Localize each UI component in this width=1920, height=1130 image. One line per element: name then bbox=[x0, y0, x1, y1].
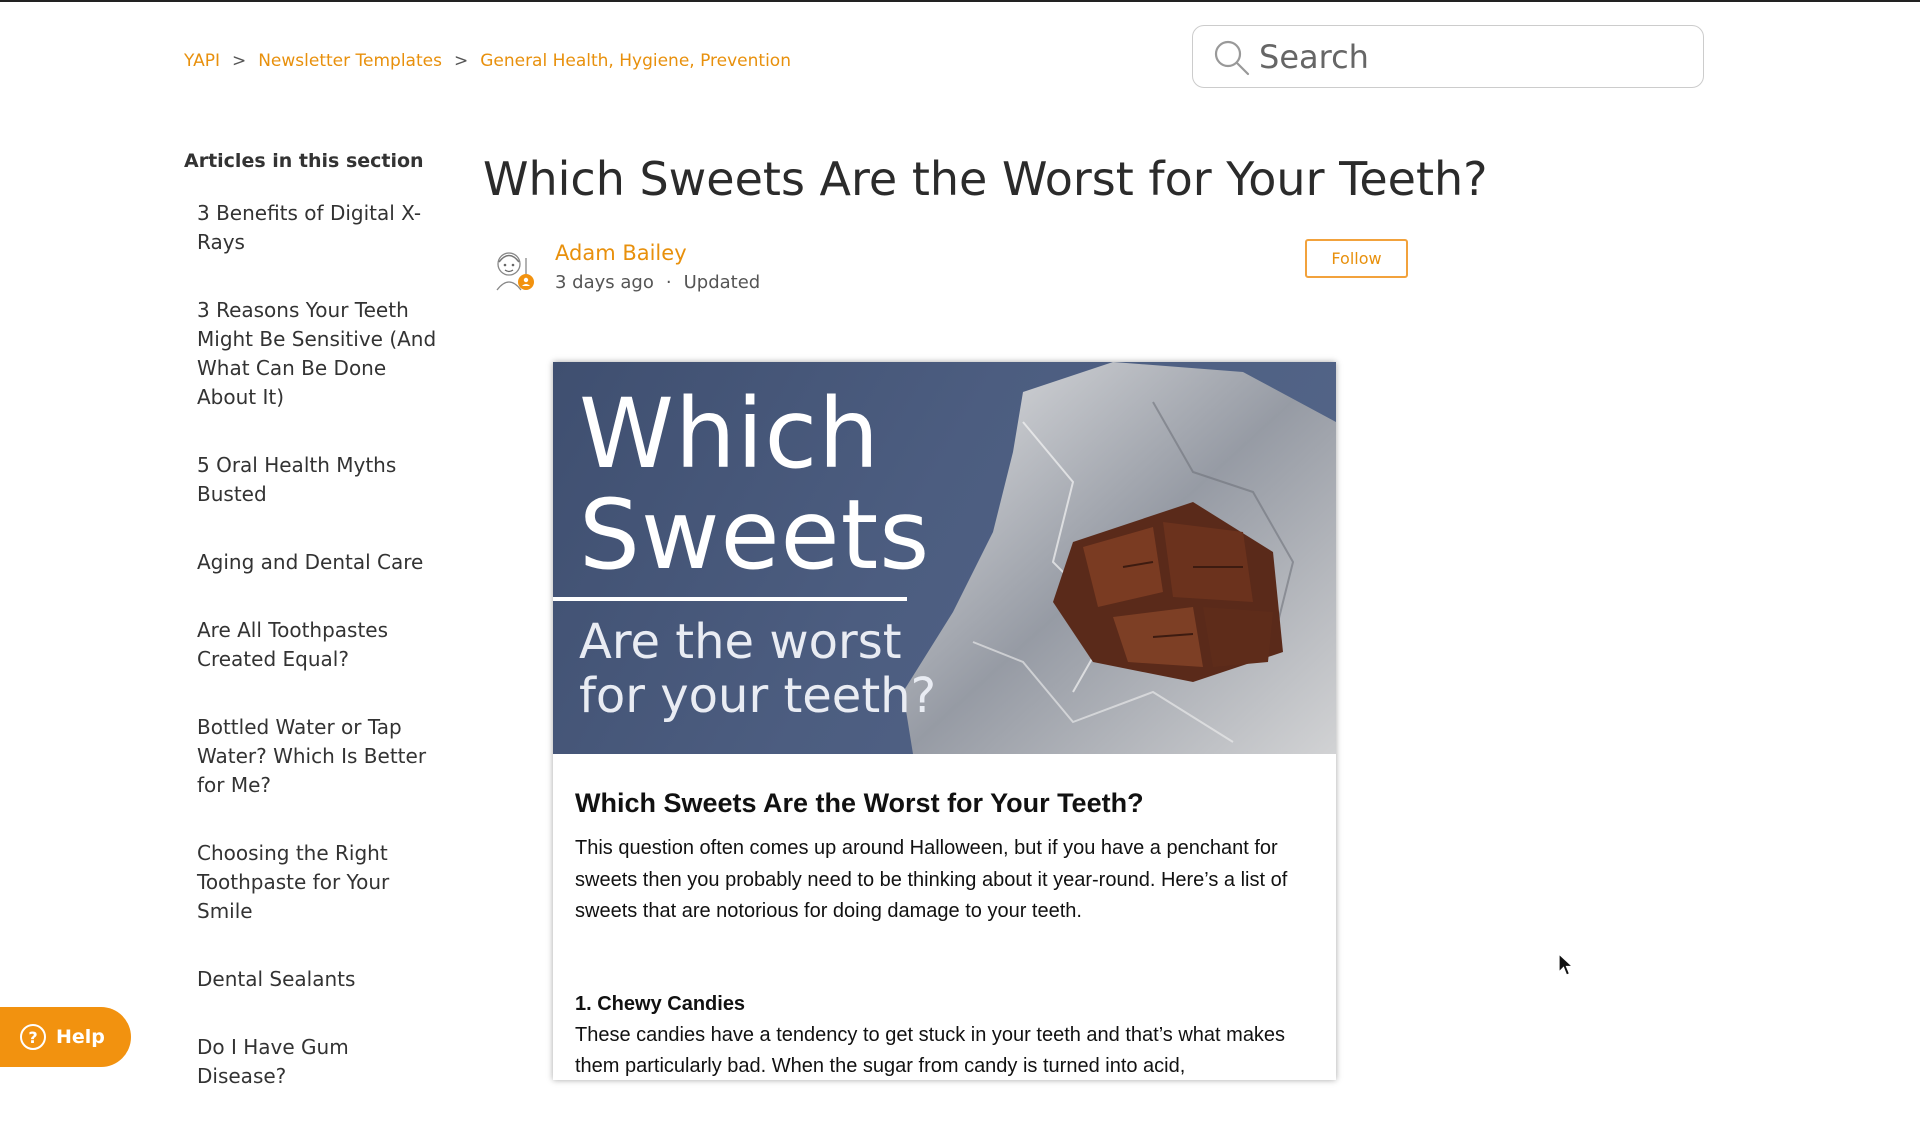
newsletter-hero-image: Which Sweets Are the worst for your teet… bbox=[553, 362, 1336, 754]
article-time: 3 days ago bbox=[555, 272, 654, 293]
sidebar-article-list: 3 Benefits of Digital X-Rays 3 Reasons Y… bbox=[184, 199, 444, 1091]
sidebar: Articles in this section 3 Benefits of D… bbox=[184, 150, 444, 1130]
hero-subtitle-line-2: for your teeth? bbox=[579, 668, 937, 724]
breadcrumb-link-yapi[interactable]: YAPI bbox=[184, 51, 220, 71]
author-name-link[interactable]: Adam Bailey bbox=[555, 241, 687, 265]
sidebar-item-toothpastes-equal[interactable]: Are All Toothpastes Created Equal? bbox=[197, 616, 444, 674]
top-border bbox=[0, 0, 1920, 2]
sidebar-item-gum-disease[interactable]: Do I Have Gum Disease? bbox=[197, 1033, 444, 1091]
help-button[interactable]: ? Help bbox=[0, 1007, 131, 1067]
sidebar-item-bottled-water[interactable]: Bottled Water or Tap Water? Which Is Bet… bbox=[197, 713, 444, 800]
newsletter-preview: Which Sweets Are the worst for your teet… bbox=[553, 362, 1336, 1080]
sidebar-heading: Articles in this section bbox=[184, 150, 424, 172]
search-icon bbox=[1214, 40, 1250, 75]
breadcrumb: YAPI > Newsletter Templates > General He… bbox=[184, 51, 791, 71]
author-avatar[interactable] bbox=[489, 244, 535, 294]
sidebar-item-oral-health-myths[interactable]: 5 Oral Health Myths Busted bbox=[197, 451, 444, 509]
article-title: Which Sweets Are the Worst for Your Teet… bbox=[483, 152, 1488, 206]
sidebar-item-right-toothpaste[interactable]: Choosing the Right Toothpaste for Your S… bbox=[197, 839, 444, 926]
sidebar-item-aging-dental-care[interactable]: Aging and Dental Care bbox=[197, 548, 444, 577]
search-box[interactable] bbox=[1192, 25, 1704, 88]
meta-separator: · bbox=[665, 272, 672, 293]
newsletter-heading: Which Sweets Are the Worst for Your Teet… bbox=[575, 788, 1144, 818]
breadcrumb-link-newsletter-templates[interactable]: Newsletter Templates bbox=[258, 51, 442, 71]
sidebar-item-sensitive-teeth[interactable]: 3 Reasons Your Teeth Might Be Sensitive … bbox=[197, 296, 444, 412]
newsletter-intro: This question often comes up around Hall… bbox=[575, 837, 1288, 922]
breadcrumb-separator: > bbox=[231, 51, 247, 71]
newsletter-section-title: 1. Chewy Candies bbox=[575, 992, 746, 1015]
newsletter-section-text: These candies have a tendency to get stu… bbox=[575, 1023, 1286, 1078]
user-badge-icon bbox=[523, 277, 529, 283]
breadcrumb-separator: > bbox=[453, 51, 469, 71]
hero-title-line-1: Which bbox=[579, 378, 881, 490]
hero-divider bbox=[553, 597, 907, 601]
hero-title-line-2: Sweets bbox=[579, 479, 931, 591]
help-label: Help bbox=[56, 1026, 105, 1048]
sidebar-item-dental-sealants[interactable]: Dental Sealants bbox=[197, 965, 444, 994]
hero-subtitle-line-1: Are the worst bbox=[579, 614, 902, 670]
sidebar-item-digital-x-rays[interactable]: 3 Benefits of Digital X-Rays bbox=[197, 199, 444, 257]
mouse-pointer-icon bbox=[1558, 953, 1574, 976]
newsletter-body: Which Sweets Are the Worst for Your Teet… bbox=[553, 754, 1336, 1080]
follow-button[interactable]: Follow bbox=[1305, 239, 1408, 278]
question-circle-icon: ? bbox=[20, 1024, 46, 1050]
breadcrumb-link-general-health[interactable]: General Health, Hygiene, Prevention bbox=[480, 51, 791, 71]
search-input[interactable] bbox=[1257, 36, 1681, 77]
article-status: Updated bbox=[683, 272, 761, 293]
article-meta: 3 days ago · Updated bbox=[555, 272, 760, 293]
